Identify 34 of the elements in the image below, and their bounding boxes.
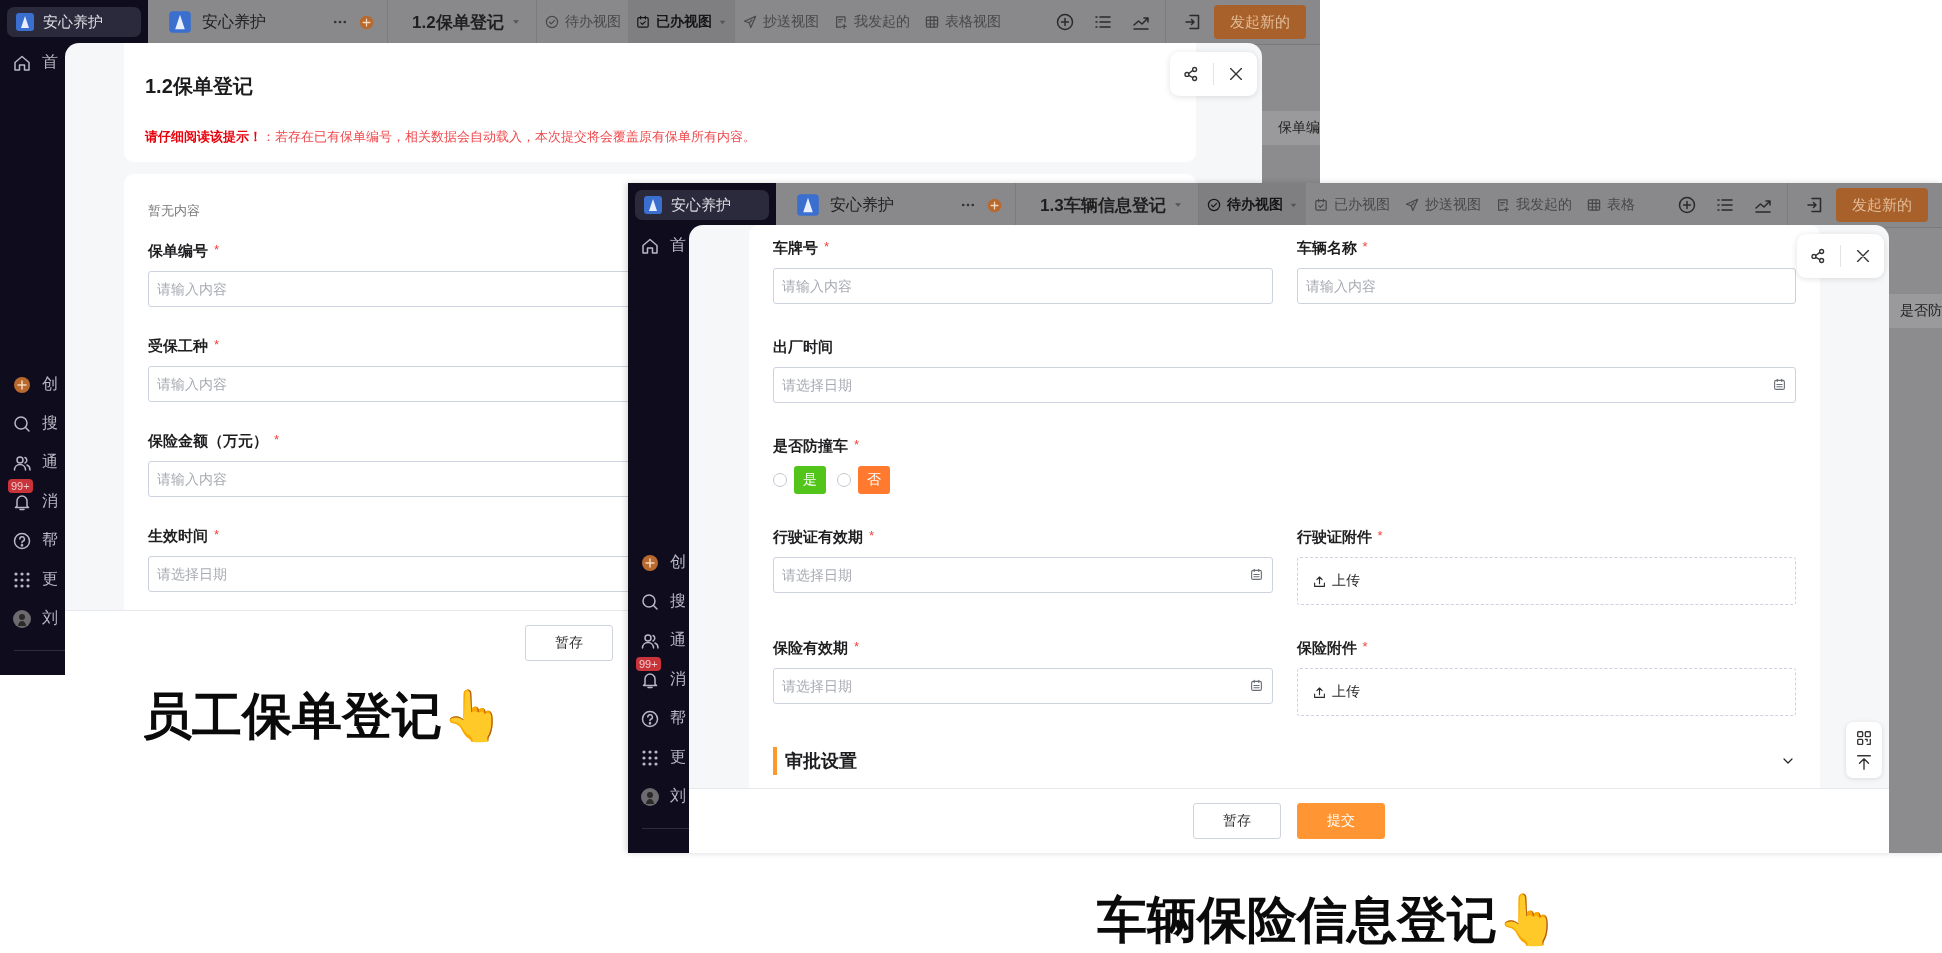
required-mark: * xyxy=(1362,239,1368,254)
count-badge: 99+ xyxy=(636,656,661,671)
caption: 员工保单登记👆 xyxy=(142,687,504,746)
option-tag: 是 xyxy=(794,466,826,494)
modal-title: 1.2保单登记 xyxy=(145,74,254,99)
field-label: 车辆名称 xyxy=(1296,239,1357,258)
caption: 车辆保险信息登记👆 xyxy=(1097,891,1559,950)
required-mark: * xyxy=(824,239,830,254)
field-label: 是否防撞车 xyxy=(773,437,848,456)
field-label: 出厂时间 xyxy=(773,338,833,357)
required-mark: * xyxy=(214,527,220,542)
count-badge: 99+ xyxy=(8,478,33,493)
field-label: 保单编号 xyxy=(148,242,208,261)
app-name: 安心养护 xyxy=(202,11,267,32)
required-mark: * xyxy=(214,337,220,352)
required-mark: * xyxy=(854,639,860,654)
field-label: 保险金额（万元） xyxy=(148,432,268,451)
field-label: 生效时间 xyxy=(148,527,208,546)
notice-text: 请仔细阅读该提示！：若存在已有保单编号，相关数据会自动载入，本次提交将会覆盖原有保单所有内容。 xyxy=(145,128,757,146)
field-label: 保险附件 xyxy=(1296,639,1357,658)
required-mark: * xyxy=(274,432,280,447)
option-tag: 否 xyxy=(858,466,890,494)
hint-text: 暂无内容 xyxy=(148,202,200,220)
field-label: 行驶证附件 xyxy=(1296,528,1372,547)
required-mark: * xyxy=(1362,639,1368,654)
required-mark: * xyxy=(1377,528,1383,543)
required-mark: * xyxy=(854,437,860,452)
field-label: 受保工种 xyxy=(148,337,208,356)
field-label: 车牌号 xyxy=(773,239,818,258)
field-label: 行驶证有效期 xyxy=(773,528,863,547)
app-name: 安心养护 xyxy=(830,194,895,215)
field-label: 保险有效期 xyxy=(773,639,848,658)
required-mark: * xyxy=(869,528,875,543)
required-mark: * xyxy=(214,242,220,257)
